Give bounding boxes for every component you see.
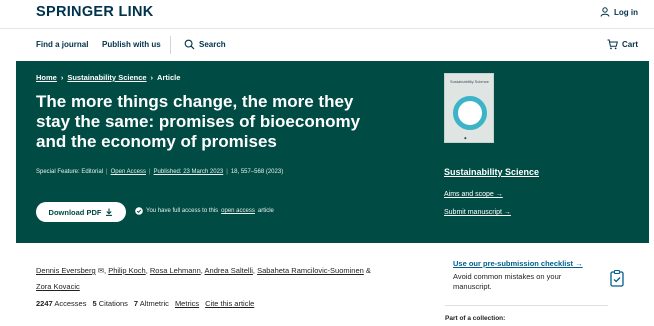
open-access-link[interactable]: open access bbox=[221, 208, 255, 214]
citations-value: 5 bbox=[92, 299, 97, 308]
clipboard-check-icon bbox=[610, 269, 624, 287]
sidebar-divider bbox=[445, 305, 608, 306]
cover-ring-graphic bbox=[453, 96, 487, 130]
user-icon bbox=[600, 7, 610, 17]
author-link[interactable]: Sabaheta Ramcilovic-Suominen bbox=[257, 266, 364, 275]
article-title: The more things change, the more they st… bbox=[36, 92, 361, 151]
login-button[interactable]: Log in bbox=[600, 7, 638, 17]
accesses-stat: 2247 Accesses bbox=[36, 299, 86, 308]
author-list: Dennis Eversberg ✉, Philip Koch, Rosa Le… bbox=[36, 266, 371, 291]
download-pdf-label: Download PDF bbox=[48, 207, 102, 217]
authors-ampersand: & bbox=[365, 266, 371, 275]
breadcrumb-home[interactable]: Home bbox=[36, 73, 57, 82]
meta-open-access[interactable]: Open Access bbox=[111, 169, 146, 175]
main-nav: Find a journal Publish with us Search Ca… bbox=[0, 29, 654, 61]
cart-label: Cart bbox=[621, 40, 638, 49]
meta-separator: | bbox=[226, 169, 228, 175]
meta-feature: Special Feature: Editorial bbox=[36, 169, 104, 175]
search-button[interactable]: Search bbox=[184, 39, 226, 50]
nav-publish-with-us[interactable]: Publish with us bbox=[102, 40, 161, 49]
search-label: Search bbox=[199, 40, 226, 49]
top-bar: SPRINGER LINK Log in bbox=[0, 0, 654, 28]
metrics-link[interactable]: Metrics bbox=[175, 299, 199, 308]
access-suffix: article bbox=[257, 208, 274, 214]
altmetric-stat: 7 Altmetric bbox=[134, 299, 169, 308]
collection-label: Part of a collection: bbox=[445, 315, 506, 322]
nav-find-journal[interactable]: Find a journal bbox=[36, 40, 88, 49]
springer-logo-icon: ◆ bbox=[464, 136, 467, 140]
access-prefix: You have full access to this bbox=[146, 208, 219, 214]
breadcrumb: Home › Sustainability Science › Article bbox=[36, 73, 180, 82]
springer-link-logo[interactable]: SPRINGER LINK bbox=[36, 4, 154, 20]
breadcrumb-chevron-icon: › bbox=[150, 73, 154, 82]
accesses-value: 2247 bbox=[36, 299, 53, 308]
author-link[interactable]: Andrea Saltelli bbox=[205, 266, 253, 275]
download-icon bbox=[106, 208, 113, 216]
presubmission-checklist: Use our pre-submission checklist → Avoid… bbox=[453, 259, 638, 292]
checklist-description: Avoid common mistakes on your manuscript… bbox=[453, 272, 562, 291]
cart-button[interactable]: Cart bbox=[607, 39, 638, 50]
journal-cover-image[interactable]: Sustainability Science ◆ bbox=[444, 73, 494, 143]
journal-name-link[interactable]: Sustainability Science bbox=[444, 167, 539, 177]
author-link[interactable]: Dennis Eversberg bbox=[36, 266, 96, 275]
citations-label: Citations bbox=[98, 299, 128, 308]
citations-stat: 5 Citations bbox=[92, 299, 127, 308]
email-icon[interactable]: ✉ bbox=[98, 266, 104, 275]
cite-article-link[interactable]: Cite this article bbox=[205, 299, 254, 308]
breadcrumb-journal[interactable]: Sustainability Science bbox=[67, 73, 146, 82]
author-link[interactable]: Philip Koch bbox=[108, 266, 146, 275]
cart-icon bbox=[607, 39, 618, 50]
altmetric-value: 7 bbox=[133, 299, 139, 308]
meta-published-date[interactable]: Published: 23 March 2023 bbox=[154, 169, 224, 175]
aims-and-scope-link[interactable]: Aims and scope → bbox=[444, 191, 503, 198]
search-icon bbox=[184, 39, 195, 50]
download-pdf-button[interactable]: Download PDF bbox=[36, 202, 126, 222]
cover-title: Sustainability Science bbox=[450, 79, 489, 84]
article-hero: Home › Sustainability Science › Article … bbox=[16, 61, 649, 243]
checklist-link[interactable]: Use our pre-submission checklist → bbox=[453, 259, 638, 268]
article-stats: 2247 Accesses 5 Citations 7 Altmetric Me… bbox=[36, 299, 254, 308]
accesses-label: Accesses bbox=[54, 299, 87, 308]
altmetric-label: Altmetric bbox=[139, 299, 169, 308]
access-notice: You have full access to this open access… bbox=[135, 207, 274, 215]
check-circle-icon bbox=[135, 207, 143, 215]
login-label: Log in bbox=[614, 7, 638, 17]
breadcrumb-chevron-icon: › bbox=[60, 73, 64, 82]
submit-manuscript-link[interactable]: Submit manuscript → bbox=[444, 209, 511, 216]
author-link[interactable]: Zora Kovacic bbox=[36, 282, 80, 291]
breadcrumb-current: Article bbox=[157, 73, 181, 82]
nav-separator bbox=[170, 36, 171, 54]
author-link[interactable]: Rosa Lehmann bbox=[150, 266, 201, 275]
meta-separator: | bbox=[148, 169, 151, 175]
meta-separator: | bbox=[106, 169, 108, 175]
meta-citation: 18, 557–568 (2023) bbox=[230, 169, 284, 175]
article-meta: Special Feature: Editorial | Open Access… bbox=[36, 169, 283, 175]
